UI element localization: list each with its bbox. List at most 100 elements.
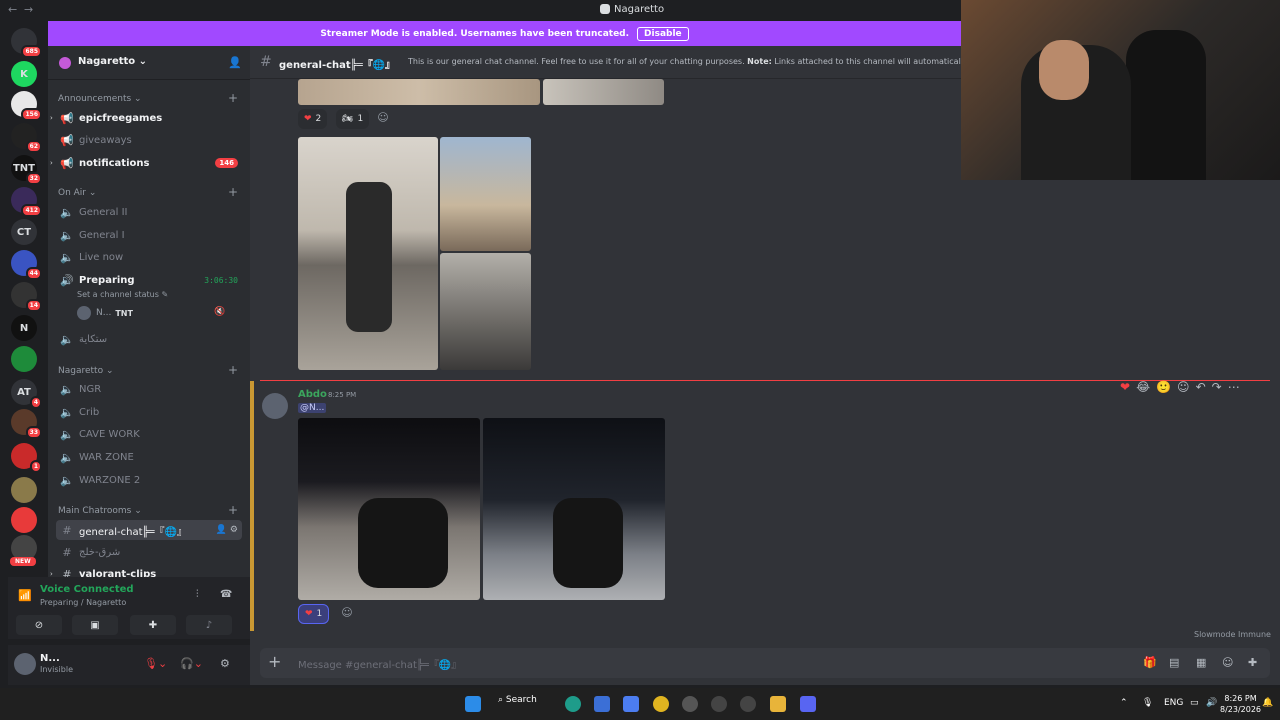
add-reaction-icon[interactable]: ☺: [374, 111, 392, 129]
text-channel-arabic[interactable]: # شرق-خلج: [56, 542, 242, 562]
apps-icon[interactable]: ✚: [1248, 656, 1257, 669]
network-icon[interactable]: ▭: [1190, 698, 1199, 708]
message-author[interactable]: Abdo: [298, 389, 327, 400]
create-channel-icon[interactable]: +: [228, 185, 238, 199]
app-icon[interactable]: [740, 696, 756, 712]
taskbar-search[interactable]: ⌕ Search: [498, 695, 537, 705]
channel-epicfreegames[interactable]: › 📢 epicfreegames: [50, 108, 242, 128]
disable-button[interactable]: Disable: [637, 26, 689, 41]
server-icon[interactable]: 412: [11, 187, 42, 217]
voice-channel-general-i[interactable]: 🔈 General I: [56, 225, 242, 245]
app-icon[interactable]: [711, 696, 727, 712]
quick-react-heart-icon[interactable]: ❤: [1120, 380, 1130, 394]
voice-channel-live-now[interactable]: 🔈 Live now: [56, 247, 242, 267]
server-icon[interactable]: [11, 507, 37, 533]
channel-notifications[interactable]: › 📢 notifications 146: [50, 153, 242, 173]
create-channel-icon[interactable]: +: [228, 503, 238, 517]
voice-channel-crib[interactable]: 🔈 Crib: [56, 402, 242, 422]
sticker-icon[interactable]: ▦: [1196, 656, 1206, 669]
guild-header[interactable]: Nagaretto ⌄ 👤: [48, 46, 250, 80]
channel-giveaways[interactable]: 📢 giveaways: [56, 130, 242, 150]
text-channel-valorant-clips[interactable]: › # valorant-clips: [50, 564, 242, 578]
forward-icon[interactable]: ↷: [1212, 380, 1222, 394]
invite-people-icon[interactable]: 👤: [228, 56, 242, 69]
add-reaction-icon[interactable]: ☺: [338, 606, 356, 624]
server-icon[interactable]: [11, 477, 37, 503]
emoji-icon[interactable]: ☺: [1222, 656, 1233, 669]
chrome-icon[interactable]: [653, 696, 669, 712]
outlook-icon[interactable]: [594, 696, 610, 712]
image-attachment[interactable]: [298, 79, 540, 105]
deafened-icon[interactable]: 🎧⌄: [180, 657, 203, 670]
reaction-heart[interactable]: ❤ 1: [298, 604, 330, 624]
camera-off-button[interactable]: ⊘: [16, 615, 62, 635]
notification-bell-icon[interactable]: 🔔: [1262, 698, 1273, 708]
user-mention[interactable]: @N...: [298, 403, 327, 413]
gift-icon[interactable]: 🎁: [1143, 656, 1157, 669]
image-attachment[interactable]: [440, 253, 531, 370]
forward-arrow-icon[interactable]: →: [24, 3, 33, 16]
attach-plus-icon[interactable]: +: [268, 652, 281, 671]
noise-suppression-icon[interactable]: ⫶: [196, 589, 199, 600]
text-channel-general-chat[interactable]: # general-chat╠═『🌐』 👤 ⚙: [56, 520, 242, 540]
taskbar-clock[interactable]: 8:26 PM 8/23/2026: [1220, 693, 1261, 715]
add-reaction-icon[interactable]: ☺: [1177, 380, 1190, 394]
back-arrow-icon[interactable]: ←: [8, 3, 17, 16]
server-icon[interactable]: 33: [11, 409, 42, 439]
avatar[interactable]: [262, 393, 288, 419]
server-icon[interactable]: [11, 346, 37, 372]
server-icon[interactable]: N: [11, 315, 37, 341]
file-explorer-icon[interactable]: [770, 696, 786, 712]
quick-react-laugh-icon[interactable]: 😂: [1136, 380, 1150, 394]
server-icon[interactable]: 14: [11, 282, 42, 312]
edge-icon[interactable]: [565, 696, 581, 712]
image-attachment[interactable]: [483, 418, 665, 600]
user-settings-icon[interactable]: ⚙: [220, 657, 230, 670]
channel-topic[interactable]: This is our general chat channel. Feel f…: [408, 57, 961, 66]
mic-muted-icon[interactable]: 🎙⌄: [144, 657, 167, 670]
tray-overflow-icon[interactable]: ⌃: [1120, 698, 1128, 708]
reaction-heart[interactable]: ❤ 2: [298, 109, 328, 129]
voice-channel-ngr[interactable]: 🔈 NGR: [56, 379, 242, 399]
app-icon[interactable]: [623, 696, 639, 712]
server-icon[interactable]: CT: [11, 219, 37, 245]
more-options-icon[interactable]: ⋯: [1228, 380, 1240, 394]
create-channel-icon[interactable]: +: [228, 363, 238, 377]
screen-share-button[interactable]: ▣: [72, 615, 118, 635]
create-channel-icon[interactable]: +: [228, 91, 238, 105]
server-icon[interactable]: AT 4: [11, 379, 42, 409]
server-icon[interactable]: TNT 32: [11, 155, 42, 185]
server-icon[interactable]: 44: [11, 250, 42, 280]
channel-status[interactable]: Set a channel status ✎: [77, 290, 168, 299]
image-attachment[interactable]: [298, 418, 480, 600]
mic-tray-icon[interactable]: 🎙: [1142, 698, 1153, 708]
reaction-motorcycle[interactable]: 🏍 1: [336, 109, 370, 129]
image-attachment[interactable]: [543, 79, 664, 105]
voice-channel-cave-work[interactable]: 🔈 CAVE WORK: [56, 424, 242, 444]
reply-icon[interactable]: ↶: [1196, 380, 1206, 394]
start-icon[interactable]: [465, 696, 481, 712]
category-announcements[interactable]: Announcements ⌄: [58, 94, 142, 104]
category-nagaretto[interactable]: Nagaretto ⌄: [58, 366, 113, 376]
user-name[interactable]: N...: [40, 653, 60, 664]
voice-channel-arabic[interactable]: 🔈 ستكاية: [56, 329, 242, 349]
voice-channel-preparing[interactable]: 🔊 Preparing 3:06:30: [56, 270, 242, 290]
server-icon[interactable]: K: [11, 61, 37, 87]
image-attachment[interactable]: [440, 137, 531, 251]
voice-user[interactable]: N... TNT: [77, 306, 133, 320]
guild-name[interactable]: Nagaretto ⌄: [78, 56, 147, 67]
gif-icon[interactable]: ▤: [1169, 656, 1179, 669]
settings-gear-icon[interactable]: 👤 ⚙: [216, 525, 238, 535]
disconnect-icon[interactable]: ☎: [220, 589, 232, 600]
activities-button[interactable]: ✚: [130, 615, 176, 635]
voice-channel-path[interactable]: Preparing / Nagaretto: [40, 598, 126, 607]
category-main-chatrooms[interactable]: Main Chatrooms ⌄: [58, 506, 142, 516]
voice-channel-warzone-2[interactable]: 🔈 WARZONE 2: [56, 470, 242, 490]
category-on-air[interactable]: On Air ⌄: [58, 188, 96, 198]
soundboard-button[interactable]: ♪: [186, 615, 232, 635]
server-icon[interactable]: 156: [11, 91, 42, 121]
app-icon[interactable]: [682, 696, 698, 712]
discord-taskbar-icon[interactable]: [800, 696, 816, 712]
voice-channel-general-ii[interactable]: 🔈 General II: [56, 202, 242, 222]
language-indicator[interactable]: ENG: [1164, 698, 1183, 708]
